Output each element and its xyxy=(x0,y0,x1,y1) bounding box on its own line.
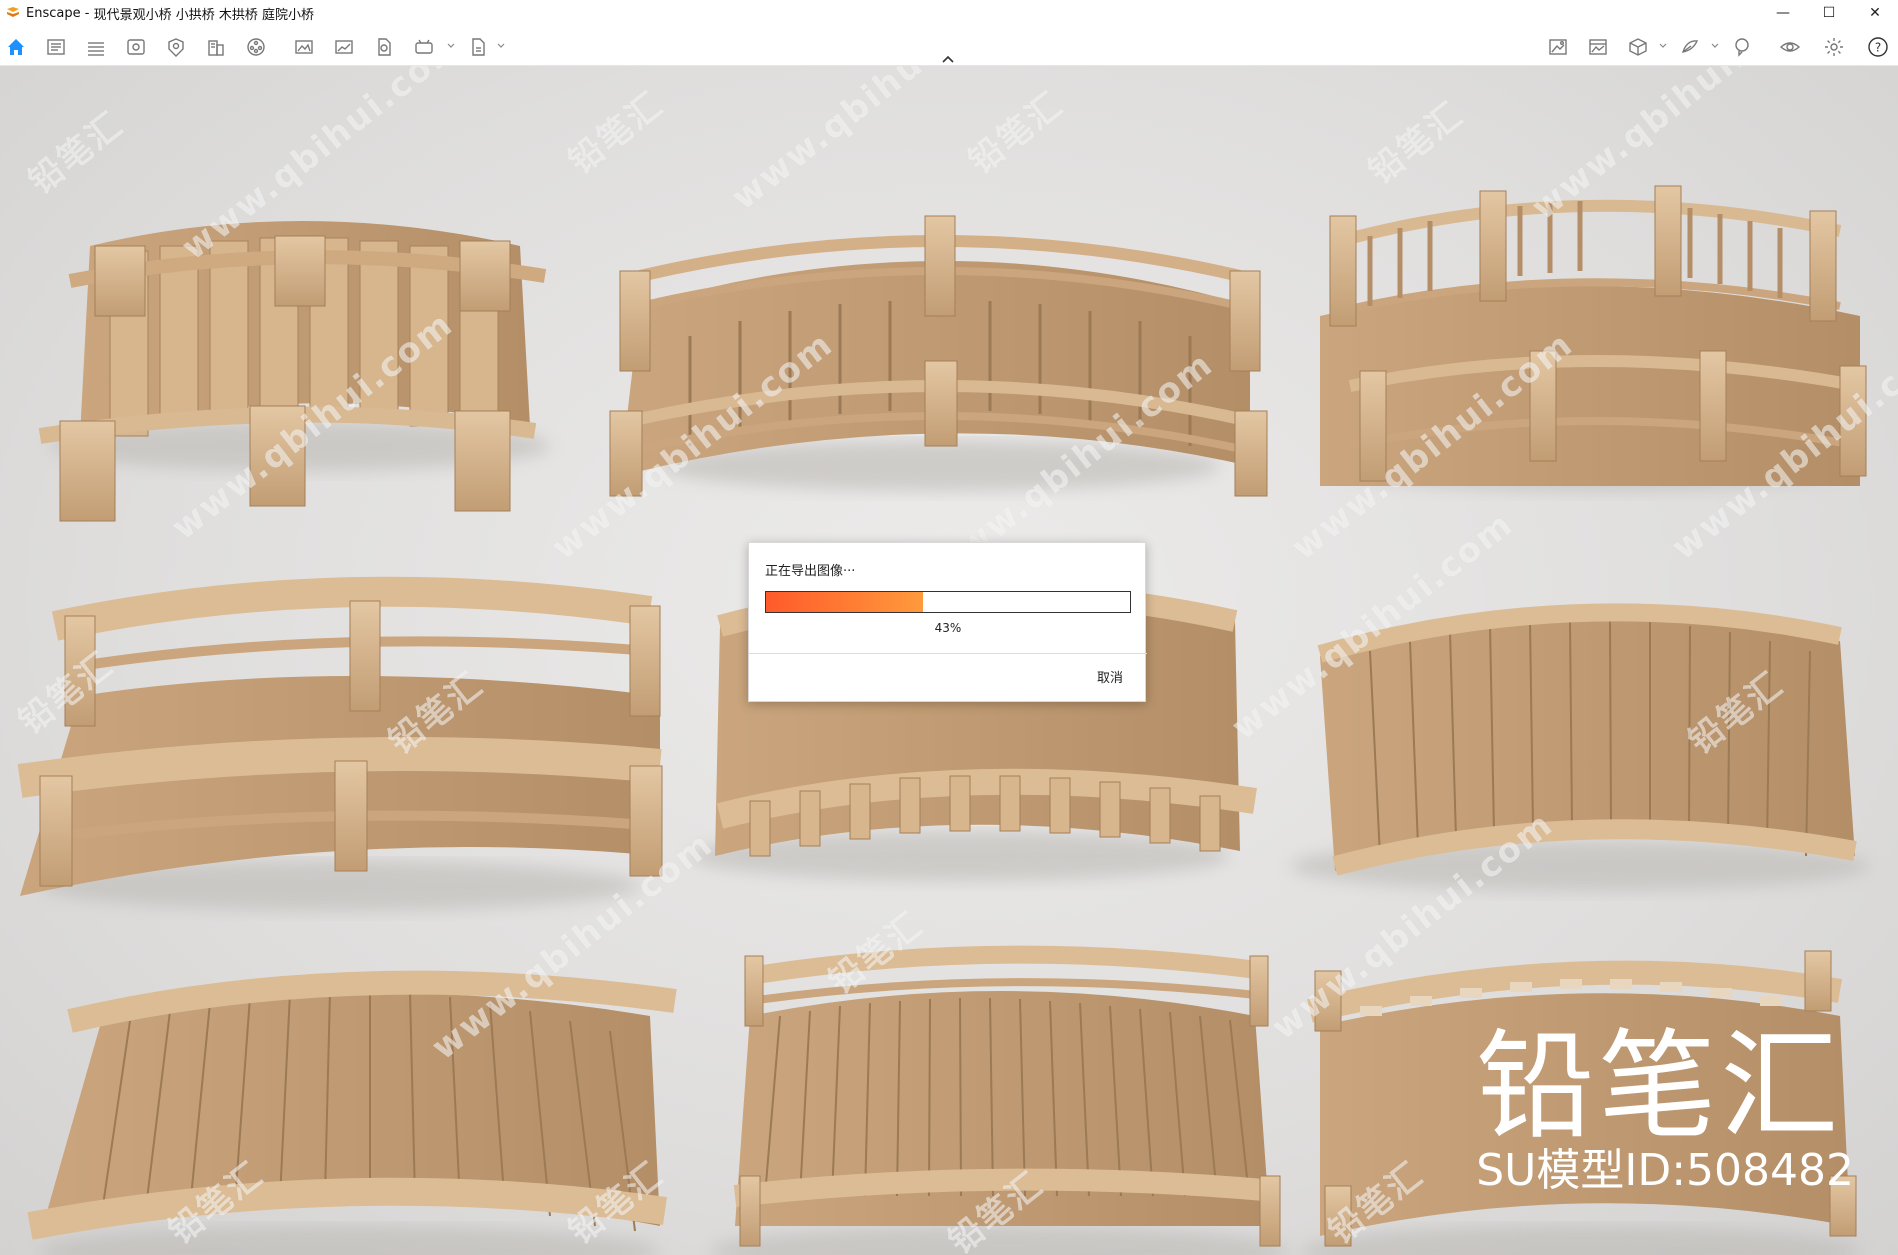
building-icon xyxy=(208,40,224,56)
asset-library-button[interactable] xyxy=(164,35,188,59)
vr-export-button[interactable] xyxy=(412,35,436,59)
bim-icon xyxy=(88,42,104,56)
panorama-icon xyxy=(295,40,313,54)
maximize-button[interactable]: ☐ xyxy=(1806,0,1852,26)
material-editor-icon xyxy=(1549,39,1567,55)
app-name: Enscape xyxy=(26,5,81,21)
brand-name: 铅笔汇 xyxy=(1476,1017,1843,1155)
cube-view-button[interactable] xyxy=(1626,35,1650,59)
visual-settings-button[interactable] xyxy=(124,35,148,59)
sketch-icon xyxy=(1681,40,1699,53)
title-separator: - xyxy=(80,5,94,21)
sketch-button[interactable] xyxy=(1678,35,1702,59)
vr-export-dropdown-icon[interactable] xyxy=(446,41,456,51)
bridge-model xyxy=(710,945,1290,1255)
bim-button[interactable] xyxy=(84,35,108,59)
help-button[interactable]: ? xyxy=(1866,35,1890,59)
batch-render-button[interactable] xyxy=(372,35,396,59)
settings-icon xyxy=(1825,38,1843,56)
export-dropdown-icon[interactable] xyxy=(496,41,506,51)
vr-export-icon xyxy=(415,39,433,54)
export-button[interactable] xyxy=(466,35,490,59)
enscape-window: Enscape - 现代景观小桥 小拱桥 木拱桥 庭院小桥 — ☐ ✕ ? 铅笔… xyxy=(0,0,1898,1255)
video-editor-icon xyxy=(247,38,265,56)
image-icon xyxy=(1589,39,1607,55)
visual-settings-icon xyxy=(127,39,145,55)
home-icon xyxy=(8,39,24,55)
material-editor-button[interactable] xyxy=(1546,35,1570,59)
progress-bar xyxy=(765,591,1131,613)
brand-watermark: 铅笔汇 SU模型ID:508482 xyxy=(1476,1026,1854,1196)
cube-view-icon xyxy=(1629,38,1647,56)
export-icon xyxy=(472,38,485,56)
asset-library-icon xyxy=(168,38,184,57)
views-icon xyxy=(47,39,65,55)
export-progress-dialog: 正在导出图像··· 43% 取消 xyxy=(748,542,1147,702)
bridge-model xyxy=(1290,603,1870,891)
settings-button[interactable] xyxy=(1822,35,1846,59)
annotation-icon xyxy=(1735,38,1749,57)
bridge-model xyxy=(38,221,550,522)
video-editor-button[interactable] xyxy=(244,35,268,59)
sketch-dropdown-icon[interactable] xyxy=(1710,41,1720,51)
building-button[interactable] xyxy=(204,35,228,59)
views-button[interactable] xyxy=(44,35,68,59)
minimize-button[interactable]: — xyxy=(1760,0,1806,26)
progress-bar-fill xyxy=(766,592,923,612)
visibility-icon xyxy=(1779,42,1801,52)
window-controls: — ☐ ✕ xyxy=(1760,0,1898,26)
screenshot-button[interactable] xyxy=(332,35,356,59)
annotation-button[interactable] xyxy=(1730,35,1754,59)
help-icon: ? xyxy=(1868,37,1888,57)
dialog-title: 正在导出图像··· xyxy=(765,564,856,579)
title-bar: Enscape - 现代景观小桥 小拱桥 木拱桥 庭院小桥 — ☐ ✕ xyxy=(0,0,1898,26)
dialog-divider xyxy=(749,653,1147,654)
panorama-button[interactable] xyxy=(292,35,316,59)
bridge-model xyxy=(17,576,663,911)
progress-percentage: 43% xyxy=(934,621,962,635)
toolbar: ? xyxy=(0,26,1898,66)
screenshot-icon xyxy=(335,40,353,54)
cube-view-dropdown-icon[interactable] xyxy=(1658,41,1668,51)
enscape-logo-icon xyxy=(7,7,19,17)
batch-render-icon xyxy=(378,38,391,56)
cancel-button[interactable]: 取消 xyxy=(1097,667,1123,686)
close-button[interactable]: ✕ xyxy=(1852,0,1898,26)
svg-text:?: ? xyxy=(1875,41,1881,55)
bridge-model xyxy=(27,970,677,1255)
model-id: SU模型ID:508482 xyxy=(1476,1145,1854,1196)
visibility-button[interactable] xyxy=(1778,35,1802,59)
bridge-model xyxy=(1320,185,1867,491)
image-button[interactable] xyxy=(1586,35,1610,59)
bridge-model xyxy=(609,215,1268,497)
collapse-toolbar-chevron-up-icon[interactable] xyxy=(940,52,956,66)
home-button[interactable] xyxy=(4,35,28,59)
document-title: 现代景观小桥 小拱桥 木拱桥 庭院小桥 xyxy=(93,7,314,23)
